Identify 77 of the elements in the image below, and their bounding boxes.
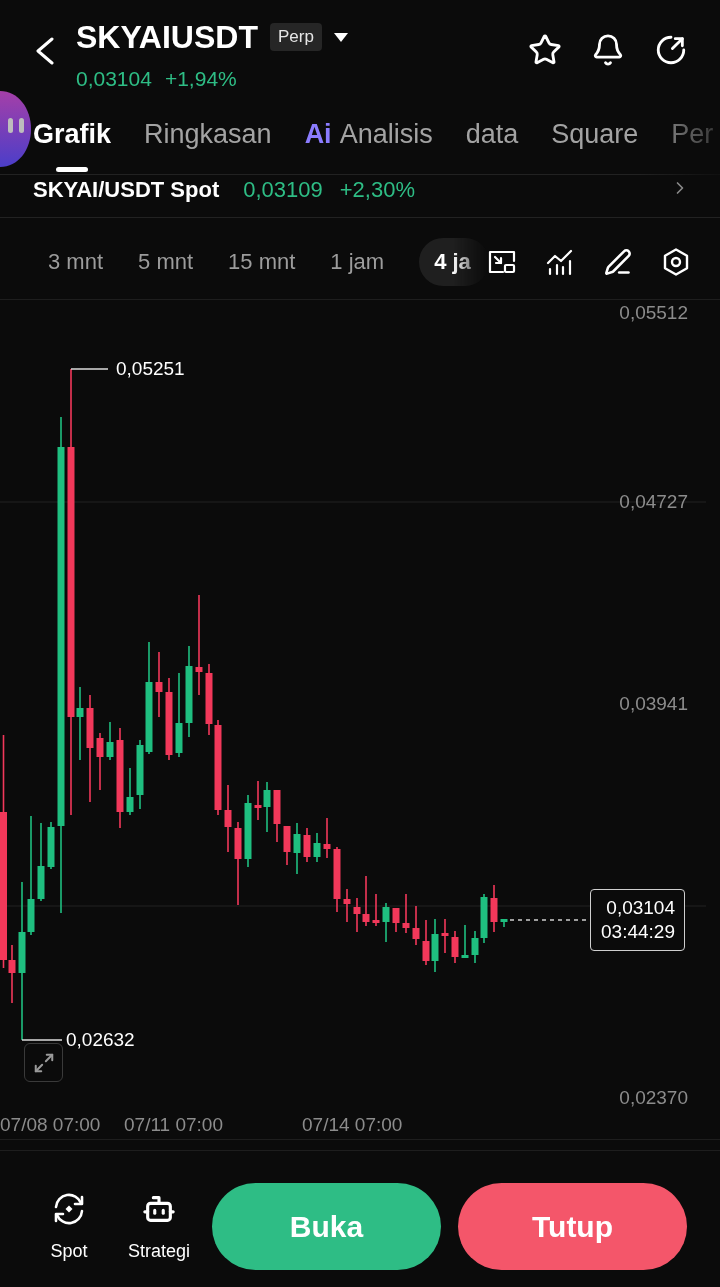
tab[interactable]: data bbox=[465, 110, 519, 174]
falling-candle bbox=[273, 789, 281, 843]
interval-tab[interactable]: 15 mnt bbox=[228, 237, 296, 286]
rising-candle bbox=[313, 832, 321, 863]
time-axis-label: 07/11 07:00 bbox=[124, 1114, 223, 1136]
falling-candle bbox=[451, 930, 459, 964]
interval-tab[interactable]: 3 mnt bbox=[48, 237, 104, 286]
current-price: 0,03104 bbox=[606, 896, 675, 920]
tab[interactable]: Square bbox=[551, 110, 639, 174]
pair-title: SKYAIUSDT bbox=[76, 20, 258, 54]
high-price-label: 0,05251 bbox=[116, 358, 185, 380]
falling-candle bbox=[155, 651, 163, 718]
falling-candle bbox=[303, 827, 311, 863]
bell-icon bbox=[591, 32, 625, 68]
rising-candle bbox=[106, 721, 114, 761]
shortcut-button[interactable]: Strategi bbox=[124, 1192, 194, 1262]
time-axis-label: 07/08 07:00 bbox=[0, 1114, 101, 1136]
falling-candle bbox=[490, 884, 498, 933]
tab[interactable]: Ai Analisis bbox=[304, 110, 433, 174]
falling-candle bbox=[333, 846, 341, 913]
rising-candle bbox=[431, 918, 439, 973]
tab[interactable]: Ringkasan bbox=[144, 110, 272, 174]
spot-pair: SKYAI/USDT Spot bbox=[33, 178, 220, 202]
drawing-button[interactable] bbox=[604, 247, 632, 276]
price-axis-label: 0,03941 bbox=[619, 693, 688, 715]
caret-down-icon[interactable] bbox=[333, 32, 348, 42]
falling-candle bbox=[224, 784, 232, 853]
rising-candle bbox=[293, 822, 301, 875]
pencil-icon bbox=[604, 247, 632, 276]
price-axis-label: 0,04727 bbox=[619, 491, 688, 513]
shortcut-button[interactable]: Spot bbox=[34, 1192, 104, 1262]
falling-candle bbox=[441, 918, 449, 954]
circle-arrow-icon bbox=[654, 33, 688, 67]
settings-icon bbox=[662, 247, 690, 276]
contract-type-badge: Perp bbox=[269, 23, 322, 51]
falling-candle bbox=[402, 893, 410, 934]
falling-candle bbox=[392, 907, 400, 933]
swap-circle-icon bbox=[52, 1192, 86, 1226]
low-price-label: 0,02632 bbox=[66, 1029, 135, 1051]
floating-widget-icon[interactable] bbox=[0, 90, 31, 168]
rising-candle bbox=[461, 924, 469, 959]
falling-candle bbox=[372, 893, 380, 927]
falling-candle bbox=[412, 905, 420, 946]
alert-button[interactable] bbox=[591, 33, 625, 67]
last-price: 0,03104 bbox=[76, 67, 152, 91]
price-axis-label: 0,05512 bbox=[619, 302, 688, 324]
price-axis-label: 0,02370 bbox=[619, 1087, 688, 1109]
falling-candle bbox=[254, 780, 262, 821]
leader-line bbox=[21, 1039, 63, 1041]
rising-candle bbox=[126, 767, 134, 816]
indicators-button[interactable] bbox=[546, 247, 574, 276]
favorite-button[interactable] bbox=[528, 33, 562, 67]
fullscreen-button[interactable] bbox=[24, 1043, 63, 1082]
time-axis-label: 07/14 07:00 bbox=[302, 1114, 403, 1136]
leader-line bbox=[70, 368, 109, 370]
rising-candle bbox=[263, 781, 271, 833]
price-change: +1,94% bbox=[164, 67, 237, 91]
tab[interactable]: Grafik bbox=[33, 110, 112, 174]
ai-label: Ai bbox=[304, 119, 332, 149]
rising-candle bbox=[47, 821, 55, 870]
spot-change: +2,30% bbox=[339, 178, 415, 202]
falling-candle bbox=[343, 888, 351, 923]
falling-candle bbox=[422, 919, 430, 966]
candle-countdown: 03:44:29 bbox=[601, 920, 675, 944]
interval-tab[interactable]: 5 mnt bbox=[138, 237, 194, 286]
share-button[interactable] bbox=[654, 33, 688, 67]
rising-candle bbox=[500, 918, 508, 928]
indicator-chart-icon bbox=[546, 247, 574, 276]
rising-candle bbox=[382, 902, 390, 943]
settings-button[interactable] bbox=[662, 247, 690, 276]
falling-candle bbox=[323, 817, 331, 859]
expand-icon bbox=[32, 1051, 55, 1074]
spot-market-row[interactable]: SKYAI/USDT Spot 0,03109 +2,30% bbox=[0, 175, 720, 218]
spot-price: 0,03109 bbox=[243, 178, 323, 202]
falling-candle bbox=[283, 825, 291, 866]
interval-tab[interactable]: 1 jam bbox=[330, 237, 385, 286]
falling-candle bbox=[96, 732, 104, 791]
